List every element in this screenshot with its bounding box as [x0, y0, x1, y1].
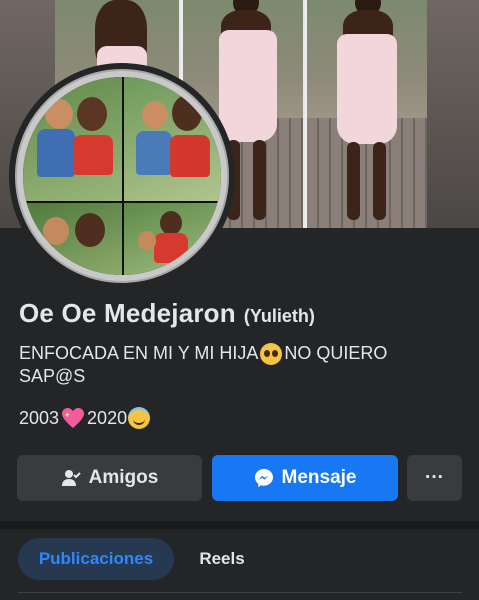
profile-name: Oe Oe Medejaron: [19, 298, 236, 328]
profile-alternate-name: (Yulieth): [243, 306, 315, 326]
avatar[interactable]: [15, 69, 229, 283]
message-button[interactable]: Mensaje: [212, 455, 398, 501]
message-button-label: Mensaje: [281, 467, 357, 488]
section-divider: [0, 521, 479, 529]
friends-button[interactable]: Amigos: [17, 455, 202, 501]
more-button[interactable]: ···: [407, 455, 462, 501]
year-start: 2003: [19, 407, 60, 428]
tabs-bottom-divider: [18, 592, 462, 593]
bio-text-line-2: SAP@S: [19, 366, 86, 387]
cover-photo-blur-right: [423, 0, 479, 228]
profile-years: 2003 2020: [19, 407, 151, 429]
pleading-face-emoji-icon: [260, 343, 283, 366]
more-dots-icon: ···: [425, 467, 444, 488]
profile-bio: ENFOCADA EN MI Y MI HIJA NO QUIERO SAP@S: [19, 342, 459, 387]
year-end: 2020: [87, 407, 128, 428]
profile-name-row: Oe Oe Medejaron (Yulieth): [19, 298, 315, 329]
tab-publicaciones-label: Publicaciones: [38, 549, 154, 568]
friends-button-label: Amigos: [88, 467, 159, 488]
sparkling-heart-emoji-icon: [61, 407, 85, 429]
tab-publicaciones[interactable]: Publicaciones: [18, 538, 174, 580]
bio-text-tail: NO QUIERO: [284, 343, 388, 363]
tab-reels-label: Reels: [199, 549, 245, 568]
bio-text-start: ENFOCADA EN MI Y MI HIJA: [19, 343, 259, 363]
avatar-photo-collage: [23, 77, 221, 275]
person-check-icon: [61, 468, 81, 488]
tab-reels[interactable]: Reels: [183, 538, 261, 580]
messenger-icon: [254, 468, 274, 488]
smiling-face-with-halo-emoji-icon: [128, 407, 151, 429]
